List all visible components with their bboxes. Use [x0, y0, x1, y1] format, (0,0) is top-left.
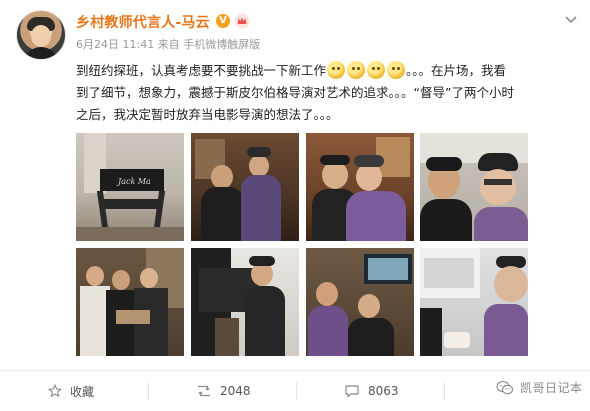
watermark-text: 凯哥日记本: [520, 381, 583, 395]
avatar[interactable]: [16, 10, 66, 60]
photo-thumbnail[interactable]: [306, 248, 414, 356]
avatar-shirt: [23, 47, 59, 59]
action-separator: [148, 382, 149, 400]
post-text-line3: 之后，我决定暂时放弃当电影导演的想法了。。。: [76, 107, 339, 122]
wechat-icon: [496, 380, 514, 394]
repost-button[interactable]: 2048: [196, 371, 251, 411]
weibo-post: 乡村教师代言人-马云 V 6月24日 11:41 来自 手机微博触屏版 到纽约探…: [0, 0, 590, 411]
repost-icon: [198, 385, 210, 397]
avatar-face: [31, 25, 51, 47]
verified-icon: V: [216, 14, 230, 28]
emoji-icon: [387, 61, 406, 79]
photo-thumbnail[interactable]: [420, 248, 528, 356]
action-separator: [444, 382, 445, 400]
favorite-label: 收藏: [70, 384, 95, 399]
post-source: 来自 手机微博触屏版: [157, 38, 261, 51]
post-meta: 6月24日 11:41 来自 手机微博触屏版: [76, 36, 260, 52]
watermark: 凯哥日记本: [496, 379, 583, 396]
favorite-button[interactable]: 收藏: [48, 371, 94, 411]
comment-button[interactable]: 8063: [344, 371, 399, 411]
chevron-down-icon[interactable]: [564, 12, 578, 26]
comment-icon: [345, 385, 359, 398]
emoji-icon: [367, 61, 386, 79]
post-text-line1-tail: 。。。在片场，我看: [406, 63, 507, 78]
chair-label: Jack Ma: [118, 177, 151, 186]
post-text: 到纽约探班，认真考虑要不要挑战一下新工作 。。。在片场，我看 到了细节，想象力，震…: [76, 60, 576, 126]
photo-grid: Jack Ma: [76, 133, 578, 359]
post-text-line1: 到纽约探班，认真考虑要不要挑战一下新工作: [76, 63, 327, 78]
emoji-icon: [347, 61, 366, 79]
photo-thumbnail[interactable]: [420, 133, 528, 241]
photo-thumbnail[interactable]: [306, 133, 414, 241]
action-separator: [296, 382, 297, 400]
emoji-icon: [327, 61, 346, 79]
photo-thumbnail[interactable]: Jack Ma: [76, 133, 184, 241]
photo-thumbnail[interactable]: [191, 248, 299, 356]
repost-count: 2048: [220, 384, 251, 398]
star-icon: [48, 384, 62, 398]
post-text-line2: 到了细节，想象力，震撼于斯皮尔伯格导演对艺术的追求。。。“督导”了两个小时: [76, 85, 514, 100]
username[interactable]: 乡村教师代言人-马云: [76, 12, 210, 32]
comment-count: 8063: [368, 384, 399, 398]
post-timestamp[interactable]: 6月24日 11:41: [76, 38, 154, 51]
photo-thumbnail[interactable]: [76, 248, 184, 356]
photo-thumbnail[interactable]: [191, 133, 299, 241]
crown-badge-icon: [234, 13, 250, 29]
